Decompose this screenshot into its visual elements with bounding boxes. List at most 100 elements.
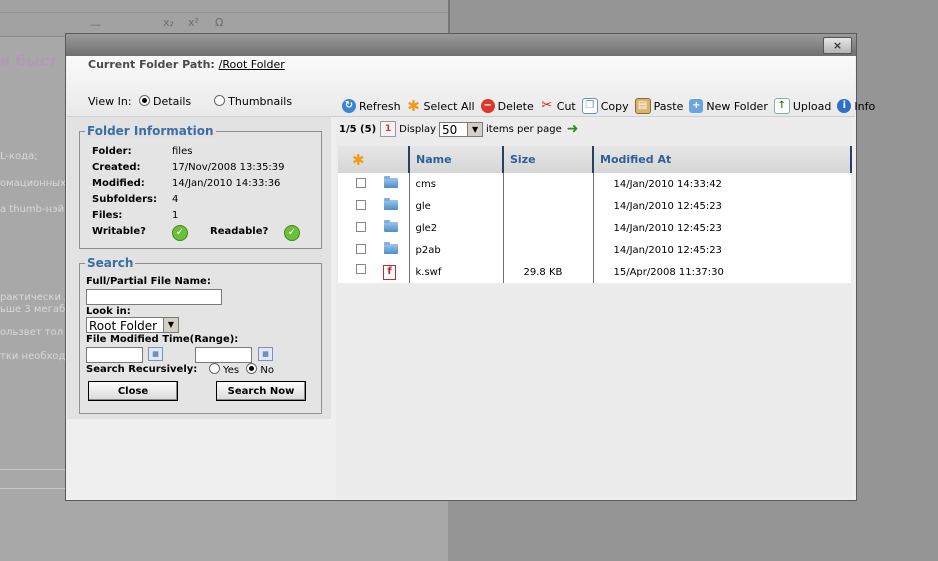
info-button[interactable]: i Info xyxy=(837,98,875,114)
recursive-yes-radio[interactable] xyxy=(209,363,220,374)
readable-check-icon: ✓ xyxy=(284,225,300,241)
file-size-cell xyxy=(502,239,593,261)
folder-icon xyxy=(384,219,398,232)
folder-information-group: Folder Information Folder: files Created… xyxy=(79,124,322,249)
items-per-page-select[interactable]: 50 ▼ xyxy=(439,121,484,137)
upload-label: Upload xyxy=(792,99,832,113)
search-now-button[interactable]: Search Now xyxy=(216,381,306,401)
refresh-button[interactable]: ↻ Refresh xyxy=(342,98,401,114)
recursive-no-label[interactable]: No xyxy=(260,365,274,376)
file-name-label: Full/Partial File Name: xyxy=(86,276,211,287)
subfolders-label: Subfolders: xyxy=(92,194,157,205)
hr-icon: — xyxy=(90,18,101,31)
file-name-cell[interactable]: gle xyxy=(408,195,503,217)
table-row[interactable]: f k.swf 29.8 KB 15/Apr/2008 11:37:30 xyxy=(338,261,851,283)
delete-label: Delete xyxy=(497,99,534,113)
current-folder-label: Current Folder Path: xyxy=(88,58,215,71)
file-name-cell[interactable]: p2ab xyxy=(408,239,503,261)
readable-label: Readable? xyxy=(210,226,269,237)
select-all-button[interactable]: ✱ Select All xyxy=(407,97,475,115)
cut-button[interactable]: ✂ Cut xyxy=(540,98,575,114)
go-icon[interactable]: ➜ xyxy=(567,121,581,137)
background-line: ользвет тол xyxy=(0,327,64,338)
row-checkbox[interactable] xyxy=(356,243,366,254)
table-row[interactable]: gle 14/Jan/2010 12:45:23 xyxy=(338,195,851,217)
modified-to-input[interactable] xyxy=(195,347,252,363)
toolbar-divider xyxy=(0,12,448,13)
file-name-cell[interactable]: k.swf xyxy=(408,261,503,283)
chevron-down-icon[interactable]: ▼ xyxy=(163,318,178,332)
copy-button[interactable]: ❐ Copy xyxy=(581,98,629,114)
thumbnails-label[interactable]: Thumbnails xyxy=(228,95,292,108)
file-modified-cell: 14/Jan/2010 14:33:42 xyxy=(592,173,851,195)
items-per-page-label: items per page xyxy=(486,123,562,135)
thumbnails-radio[interactable] xyxy=(214,95,226,106)
refresh-label: Refresh xyxy=(359,99,401,113)
new-folder-button[interactable]: + New Folder xyxy=(689,98,768,114)
look-in-label: Look in: xyxy=(86,306,131,317)
file-name-input[interactable] xyxy=(86,289,222,305)
copy-label: Copy xyxy=(600,99,629,113)
name-column-header[interactable]: Name xyxy=(408,146,503,173)
refresh-icon: ↻ xyxy=(342,99,356,113)
omega-icon: Ω xyxy=(215,16,224,29)
current-folder-link[interactable]: /Root Folder xyxy=(219,58,285,71)
select-all-label: Select All xyxy=(423,99,475,113)
folder-icon xyxy=(384,241,398,254)
close-button[interactable]: Close xyxy=(88,381,178,401)
modified-range-label: File Modified Time(Range): xyxy=(86,334,239,345)
table-row[interactable]: p2ab 14/Jan/2010 12:45:23 xyxy=(338,239,851,261)
details-radio[interactable] xyxy=(139,95,151,106)
table-header-row: ✱ Name Size Modified At xyxy=(338,146,852,173)
look-in-select[interactable]: Root Folder ▼ xyxy=(86,317,179,333)
scissors-icon: ✂ xyxy=(541,98,553,113)
select-all-icon: ✱ xyxy=(407,97,420,115)
view-in-group: View In: Details Thumbnails xyxy=(88,95,292,108)
file-manager-dialog: × Current Folder Path: /Root Folder View… xyxy=(65,33,875,501)
dialog-header: Current Folder Path: /Root Folder View I… xyxy=(67,56,875,117)
row-checkbox[interactable] xyxy=(356,199,366,210)
folder-name-label: Folder: xyxy=(92,146,132,157)
items-per-page-value: 50 xyxy=(442,122,458,137)
details-label[interactable]: Details xyxy=(153,95,191,108)
first-page-icon[interactable]: 1 xyxy=(380,121,397,137)
table-row[interactable]: cms 14/Jan/2010 14:33:42 xyxy=(338,173,851,195)
paste-button[interactable]: ▤ Paste xyxy=(634,98,683,114)
delete-button[interactable]: − Delete xyxy=(480,98,534,114)
row-checkbox[interactable] xyxy=(356,177,366,188)
current-folder-path: Current Folder Path: /Root Folder xyxy=(88,58,285,71)
recursive-no-radio[interactable] xyxy=(246,363,258,374)
dialog-titlebar[interactable]: × xyxy=(66,34,856,56)
upload-icon: ↑ xyxy=(773,98,790,114)
file-modified-cell: 14/Jan/2010 12:45:23 xyxy=(592,195,851,217)
modified-from-input[interactable] xyxy=(86,347,143,363)
folder-information-legend: Folder Information xyxy=(85,124,216,138)
upload-button[interactable]: ↑ Upload xyxy=(773,98,832,114)
row-checkbox[interactable] xyxy=(356,221,366,232)
subfolders-value: 4 xyxy=(172,194,179,205)
recursive-yes-label[interactable]: Yes xyxy=(223,365,239,376)
file-list-panel: 1/5 (5) 1 Display 50 ▼ items per page ➜ … xyxy=(336,117,852,499)
files-value: 1 xyxy=(172,210,179,221)
background-line: L-кода; xyxy=(0,151,38,162)
delete-icon: − xyxy=(480,99,495,113)
file-name-cell[interactable]: cms xyxy=(408,173,503,195)
folder-name-value: files xyxy=(172,146,193,157)
calendar-icon[interactable]: ▦ xyxy=(148,347,163,361)
row-select-cell xyxy=(338,195,409,217)
dialog-close-icon[interactable]: × xyxy=(823,37,852,54)
size-column-header[interactable]: Size xyxy=(502,146,593,173)
table-row[interactable]: gle2 14/Jan/2010 12:45:23 xyxy=(338,217,851,239)
background-toolbar: — x₂ x² Ω xyxy=(0,0,448,37)
file-name-cell[interactable]: gle2 xyxy=(408,217,503,239)
calendar-icon[interactable]: ▦ xyxy=(258,347,273,361)
row-checkbox[interactable] xyxy=(356,264,366,274)
select-all-header[interactable]: ✱ xyxy=(338,146,409,173)
created-label: Created: xyxy=(92,162,141,173)
look-in-value: Root Folder xyxy=(89,319,158,333)
select-all-icon[interactable]: ✱ xyxy=(352,151,365,169)
recursive-options: Yes No xyxy=(205,363,274,376)
modified-column-header[interactable]: Modified At xyxy=(592,146,852,173)
subscript-icon: x₂ xyxy=(163,16,174,29)
chevron-down-icon[interactable]: ▼ xyxy=(467,122,483,136)
